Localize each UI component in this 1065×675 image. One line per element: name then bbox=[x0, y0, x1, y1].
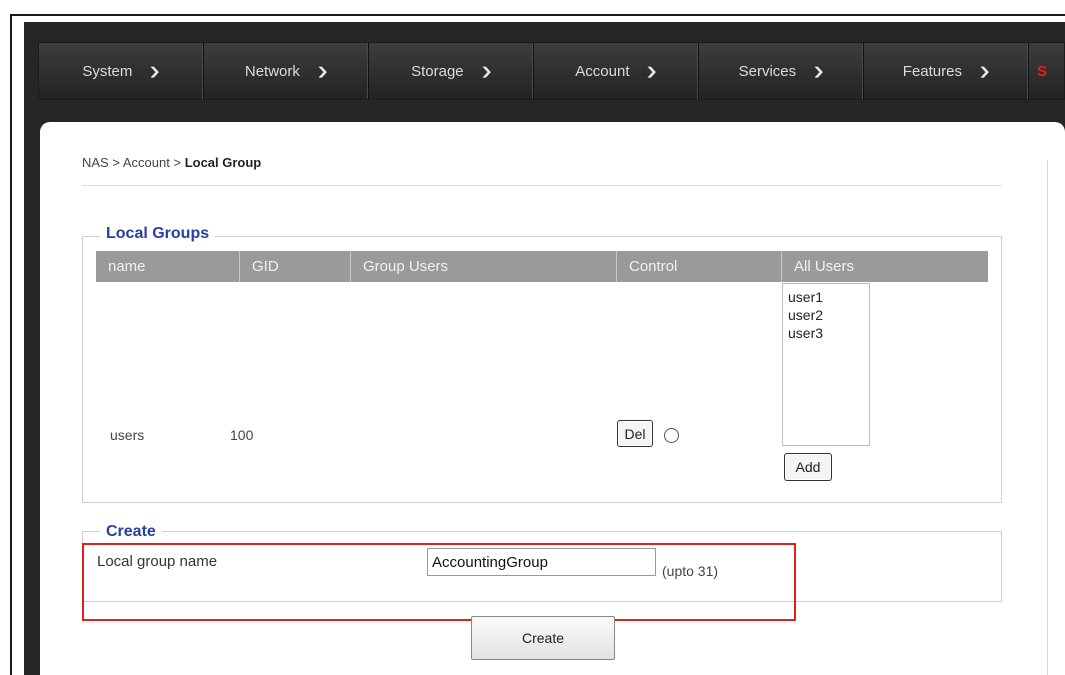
local-groups-legend: Local Groups bbox=[100, 225, 216, 243]
list-item[interactable]: user2 bbox=[788, 306, 869, 324]
nav-account[interactable]: Account ❯ bbox=[534, 43, 699, 99]
breadcrumb-current: Local Group bbox=[184, 155, 262, 170]
breadcrumb-separator: > bbox=[112, 155, 120, 170]
nav-overflow-label: S bbox=[1037, 62, 1048, 80]
column-header-all-users: All Users bbox=[794, 258, 855, 275]
highlight-box bbox=[82, 543, 796, 621]
nav-features-label: Features bbox=[902, 62, 962, 80]
chevron-down-icon: ❯ bbox=[978, 65, 992, 78]
column-header-control: Control bbox=[617, 251, 782, 282]
nav-storage[interactable]: Storage ❯ bbox=[369, 43, 534, 99]
nav-system[interactable]: System ❯ bbox=[39, 43, 204, 99]
group-name-cell: users bbox=[110, 427, 145, 443]
list-item[interactable]: user1 bbox=[788, 288, 869, 306]
add-user-button[interactable]: Add bbox=[784, 453, 832, 481]
local-groups-table-header: name GID Group Users Control All Users bbox=[96, 251, 988, 282]
chevron-down-icon: ❯ bbox=[316, 65, 329, 78]
breadcrumb-divider bbox=[82, 185, 1002, 186]
breadcrumb-separator: > bbox=[173, 155, 182, 170]
breadcrumb-root[interactable]: NAS bbox=[82, 155, 109, 170]
nav-features[interactable]: Features ❯ bbox=[864, 43, 1029, 99]
nav-overflow-item[interactable]: S bbox=[1029, 43, 1059, 99]
nav-system-label: System bbox=[82, 62, 133, 80]
group-gid-cell: 100 bbox=[230, 427, 254, 443]
chevron-down-icon: ❯ bbox=[645, 65, 659, 78]
column-header-group-users: Group Users bbox=[351, 251, 617, 282]
nav-services[interactable]: Services ❯ bbox=[699, 43, 864, 99]
all-users-listbox[interactable]: user1 user2 user3 bbox=[782, 283, 870, 446]
column-header-name: name bbox=[96, 251, 240, 282]
column-header-gid: GID bbox=[240, 251, 351, 282]
nav-storage-label: Storage bbox=[411, 62, 464, 80]
list-item[interactable]: user3 bbox=[788, 324, 869, 342]
nav-account-label: Account bbox=[575, 62, 630, 80]
chevron-down-icon: ❯ bbox=[479, 65, 493, 78]
group-select-radio[interactable] bbox=[664, 428, 679, 443]
nav-network-label: Network bbox=[244, 62, 300, 80]
create-legend: Create bbox=[100, 523, 162, 541]
frame-left-border bbox=[10, 14, 12, 675]
breadcrumb: NAS > Account > Local Group bbox=[82, 155, 261, 170]
right-panel-divider bbox=[1047, 160, 1048, 675]
nav-network[interactable]: Network ❯ bbox=[204, 43, 369, 99]
chevron-down-icon: ❯ bbox=[812, 65, 826, 78]
nav-services-label: Services bbox=[738, 62, 797, 80]
breadcrumb-parent[interactable]: Account bbox=[123, 155, 170, 170]
main-navbar: System ❯ Network ❯ Storage ❯ Account ❯ S… bbox=[38, 42, 1065, 100]
delete-group-button[interactable]: Del bbox=[617, 420, 653, 447]
create-button[interactable]: Create bbox=[471, 616, 615, 660]
chevron-down-icon: ❯ bbox=[148, 65, 162, 78]
frame-top-border bbox=[10, 14, 1065, 16]
